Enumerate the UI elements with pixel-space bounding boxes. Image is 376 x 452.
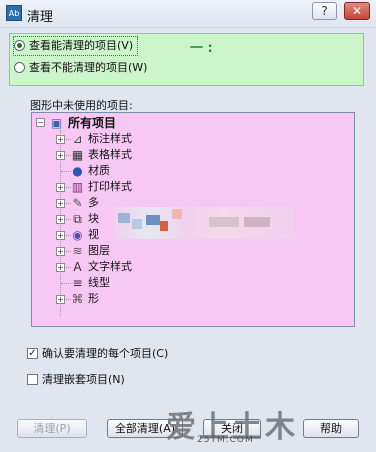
layer-icon: ≋ [72,244,83,258]
checkbox-checked-icon[interactable]: ✓ [27,347,38,359]
expand-icon[interactable]: + [56,231,65,240]
collapse-icon[interactable]: − [36,118,45,127]
radio-view-non-purgeable[interactable]: 查看不能清理的项目(W) [14,59,147,77]
purge-nested-label: 清理嵌套项目(N) [42,373,125,386]
material-icon: ● [72,164,83,178]
tree-item-label: 图层 [88,244,110,257]
multiline-style-icon: ✎ [72,196,83,210]
all-items-icon: ▣ [50,116,63,130]
help-button[interactable]: 帮助 [303,419,359,438]
help-window-button[interactable]: ? [312,2,337,20]
view-options-panel: 查看能清理的项目(V) 一 : 查看不能清理的项目(W) [9,33,364,86]
tree-item-label: 视 [88,228,99,241]
tree-item-label: 打印样式 [88,180,132,193]
radio-selected-icon[interactable] [14,39,25,51]
unused-items-tree[interactable]: − ▣ 所有项目 + ⊿ 标注样式 + ▦ 表格样式 ● 材质 + ▥ 打印样式 + ✎ 多 + ⧉ 块 + ◉ 视 +… [31,112,355,327]
title-bar: Ab 清理 ? ✕ [0,0,376,28]
tree-item-label: 标注样式 [88,132,132,145]
linetype-icon: ≡ [72,276,83,290]
radio-view-purgeable-label: 查看能清理的项目(V) [29,39,134,52]
close-window-button[interactable]: ✕ [344,2,370,20]
expand-icon[interactable]: + [56,263,65,272]
expand-icon[interactable]: + [56,215,65,224]
block-icon: ⧉ [73,212,82,226]
obscured-region [114,207,294,239]
radio-unselected-icon[interactable] [14,61,25,73]
annotation-mark: 一 : [190,41,213,56]
tree-item-label: 文字样式 [88,260,132,273]
radio-view-non-purgeable-label: 查看不能清理的项目(W) [29,61,148,74]
table-style-icon: ▦ [71,148,84,162]
plot-style-icon: ▥ [71,180,84,194]
text-style-icon: A [73,260,82,274]
tree-section-label: 图形中未使用的项目: [30,99,133,112]
expand-icon[interactable]: + [56,135,65,144]
tree-item-label: 块 [88,212,99,225]
tree-root-label: 所有项目 [68,116,117,130]
checkbox-unchecked-icon[interactable] [27,373,38,385]
autocad-app-icon: Ab [6,5,22,21]
visual-style-icon: ◉ [72,228,83,242]
tree-item-label: 材质 [88,164,110,177]
confirm-each-item-checkbox[interactable]: ✓ 确认要清理的每个项目(C) [27,346,168,362]
tree-item-label: 表格样式 [88,148,132,161]
tree-item-label: 多 [88,196,99,209]
purge-button[interactable]: 清理(P) [17,419,87,438]
tree-item-label: 形 [88,292,99,305]
confirm-each-item-label: 确认要清理的每个项目(C) [42,347,169,360]
expand-icon[interactable]: + [56,199,65,208]
window-title: 清理 [27,10,54,25]
purge-nested-checkbox[interactable]: 清理嵌套项目(N) [27,372,125,388]
radio-view-purgeable[interactable]: 查看能清理的项目(V) [12,36,139,56]
dimension-style-icon: ⊿ [72,132,83,146]
watermark-url: 25TM.COM [197,435,254,445]
expand-icon[interactable]: + [56,151,65,160]
expand-icon[interactable]: + [56,183,65,192]
expand-icon[interactable]: + [56,295,65,304]
expand-icon[interactable]: + [56,247,65,256]
tree-item-label: 线型 [88,276,110,289]
shape-icon: ⌘ [71,292,84,306]
